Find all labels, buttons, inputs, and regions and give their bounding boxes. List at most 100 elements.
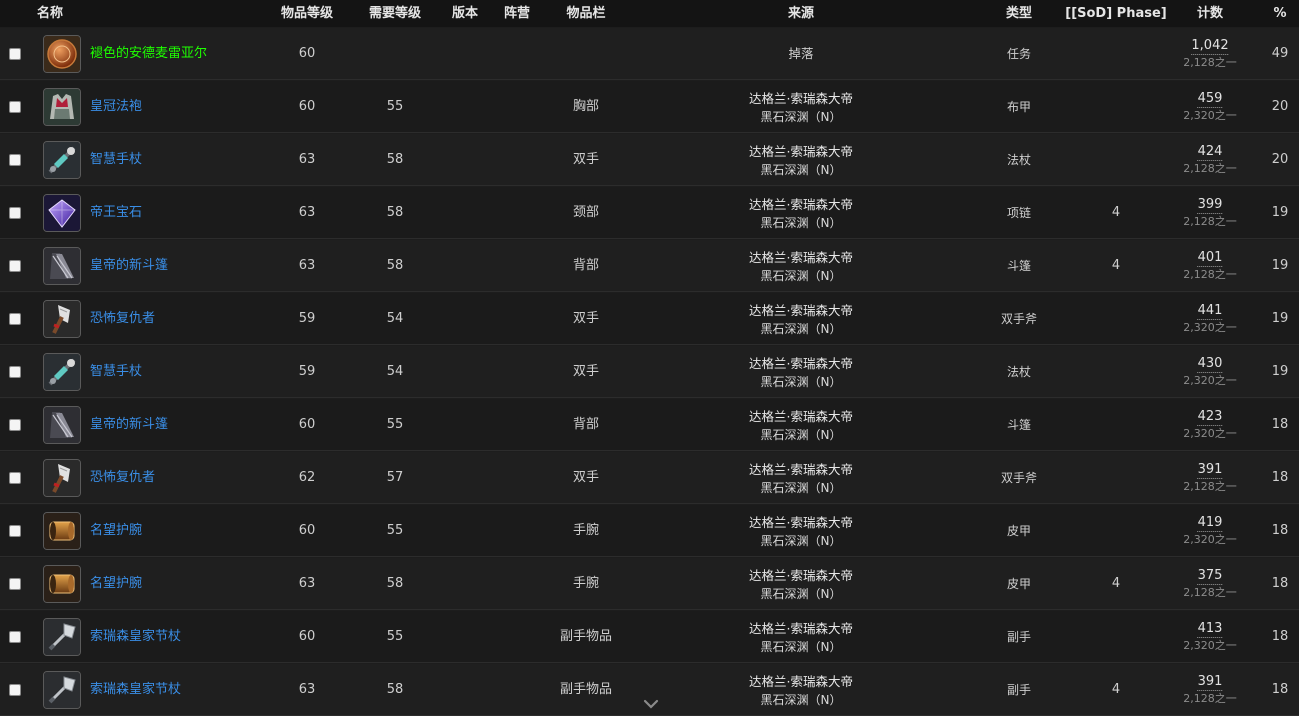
- header-count[interactable]: 计数: [1197, 0, 1223, 27]
- header-faction[interactable]: 阵营: [504, 0, 530, 27]
- item-name-link[interactable]: 索瑞森皇家节杖: [90, 611, 181, 663]
- row-checkbox[interactable]: [9, 631, 21, 643]
- row-checkbox[interactable]: [9, 684, 21, 696]
- header-source[interactable]: 来源: [788, 0, 814, 27]
- item-name-link[interactable]: 皇冠法袍: [90, 81, 142, 133]
- source-npc-link[interactable]: 达格兰·索瑞森大帝: [749, 566, 853, 585]
- source-npc-link[interactable]: 达格兰·索瑞森大帝: [749, 513, 853, 532]
- row-checkbox[interactable]: [9, 578, 21, 590]
- row-checkbox[interactable]: [9, 525, 21, 537]
- item-source[interactable]: 掉落: [788, 28, 813, 80]
- item-name-link[interactable]: 智慧手杖: [90, 346, 142, 398]
- table-row[interactable]: 皇冠法袍 60 55 胸部 达格兰·索瑞森大帝 黑石深渊（N） 布甲 459 2,320之一 20: [0, 81, 1299, 133]
- source-zone-link[interactable]: 黑石深渊（N）: [749, 638, 853, 657]
- table-row[interactable]: 皇帝的新斗篷 63 58 背部 达格兰·索瑞森大帝 黑石深渊（N） 斗篷 4 401 2,128之…: [0, 240, 1299, 292]
- header-version[interactable]: 版本: [452, 0, 478, 27]
- item-source[interactable]: 达格兰·索瑞森大帝 黑石深渊（N）: [749, 142, 853, 180]
- source-npc-link[interactable]: 达格兰·索瑞森大帝: [749, 354, 853, 373]
- item-source[interactable]: 达格兰·索瑞森大帝 黑石深渊（N）: [749, 195, 853, 233]
- item-icon[interactable]: [43, 247, 81, 285]
- header-name[interactable]: 名称: [37, 0, 63, 27]
- item-icon[interactable]: [43, 459, 81, 497]
- row-checkbox[interactable]: [9, 48, 21, 60]
- source-npc-link[interactable]: 达格兰·索瑞森大帝: [749, 142, 853, 161]
- item-name-link[interactable]: 恐怖复仇者: [90, 293, 155, 345]
- source-npc-link[interactable]: 达格兰·索瑞森大帝: [749, 248, 853, 267]
- item-name-link[interactable]: 恐怖复仇者: [90, 452, 155, 504]
- row-checkbox[interactable]: [9, 154, 21, 166]
- item-icon[interactable]: [43, 141, 81, 179]
- source-npc-link[interactable]: 达格兰·索瑞森大帝: [749, 89, 853, 108]
- item-name-link[interactable]: 索瑞森皇家节杖: [90, 664, 181, 716]
- item-source[interactable]: 达格兰·索瑞森大帝 黑石深渊（N）: [749, 460, 853, 498]
- source-npc-link[interactable]: 达格兰·索瑞森大帝: [749, 301, 853, 320]
- item-source[interactable]: 达格兰·索瑞森大帝 黑石深渊（N）: [749, 354, 853, 392]
- header-type[interactable]: 类型: [1006, 0, 1032, 27]
- source-zone-link[interactable]: 黑石深渊（N）: [749, 373, 853, 392]
- table-row[interactable]: 恐怖复仇者 62 57 双手 达格兰·索瑞森大帝 黑石深渊（N） 双手斧 391 2,128之一…: [0, 452, 1299, 504]
- item-source[interactable]: 达格兰·索瑞森大帝 黑石深渊（N）: [749, 248, 853, 286]
- source-npc-link[interactable]: 掉落: [788, 28, 813, 80]
- item-source[interactable]: 达格兰·索瑞森大帝 黑石深渊（N）: [749, 407, 853, 445]
- header-item-level[interactable]: 物品等级: [281, 0, 333, 27]
- item-source[interactable]: 达格兰·索瑞森大帝 黑石深渊（N）: [749, 619, 853, 657]
- item-name-link[interactable]: 智慧手杖: [90, 134, 142, 186]
- source-npc-link[interactable]: 达格兰·索瑞森大帝: [749, 460, 853, 479]
- table-row[interactable]: 智慧手杖 59 54 双手 达格兰·索瑞森大帝 黑石深渊（N） 法杖 430 2,320之一 19: [0, 346, 1299, 398]
- item-source[interactable]: 达格兰·索瑞森大帝 黑石深渊（N）: [749, 566, 853, 604]
- item-icon[interactable]: [43, 35, 81, 73]
- row-checkbox[interactable]: [9, 313, 21, 325]
- source-zone-link[interactable]: 黑石深渊（N）: [749, 108, 853, 127]
- item-icon[interactable]: [43, 88, 81, 126]
- header-required-level[interactable]: 需要等级: [369, 0, 421, 27]
- item-icon[interactable]: [43, 194, 81, 232]
- source-zone-link[interactable]: 黑石深渊（N）: [749, 426, 853, 445]
- item-name-link[interactable]: 名望护腕: [90, 505, 142, 557]
- item-icon[interactable]: [43, 353, 81, 391]
- item-name-link[interactable]: 皇帝的新斗篷: [90, 240, 168, 292]
- item-icon[interactable]: [43, 300, 81, 338]
- item-icon[interactable]: [43, 618, 81, 656]
- source-zone-link[interactable]: 黑石深渊（N）: [749, 214, 853, 233]
- source-npc-link[interactable]: 达格兰·索瑞森大帝: [749, 195, 853, 214]
- item-source[interactable]: 达格兰·索瑞森大帝 黑石深渊（N）: [749, 301, 853, 339]
- table-row[interactable]: 名望护腕 63 58 手腕 达格兰·索瑞森大帝 黑石深渊（N） 皮甲 4 375 2,128之一 1…: [0, 558, 1299, 610]
- table-row[interactable]: 名望护腕 60 55 手腕 达格兰·索瑞森大帝 黑石深渊（N） 皮甲 419 2,320之一 18: [0, 505, 1299, 557]
- row-checkbox[interactable]: [9, 101, 21, 113]
- table-row[interactable]: 智慧手杖 63 58 双手 达格兰·索瑞森大帝 黑石深渊（N） 法杖 424 2,128之一 20: [0, 134, 1299, 186]
- source-zone-link[interactable]: 黑石深渊（N）: [749, 585, 853, 604]
- header-percent[interactable]: %: [1273, 0, 1286, 27]
- source-zone-link[interactable]: 黑石深渊（N）: [749, 161, 853, 180]
- item-icon[interactable]: [43, 565, 81, 603]
- source-npc-link[interactable]: 达格兰·索瑞森大帝: [749, 619, 853, 638]
- table-row[interactable]: 褪色的安德麦雷亚尔 60 掉落 任务 1,042 2,128之一 49: [0, 28, 1299, 80]
- chevron-down-icon[interactable]: [643, 698, 659, 710]
- source-zone-link[interactable]: 黑石深渊（N）: [749, 532, 853, 551]
- table-row[interactable]: 索瑞森皇家节杖 60 55 副手物品 达格兰·索瑞森大帝 黑石深渊（N） 副手 413 2,32…: [0, 611, 1299, 663]
- item-source[interactable]: 达格兰·索瑞森大帝 黑石深渊（N）: [749, 89, 853, 127]
- item-name-link[interactable]: 褪色的安德麦雷亚尔: [90, 28, 207, 80]
- row-checkbox[interactable]: [9, 366, 21, 378]
- source-zone-link[interactable]: 黑石深渊（N）: [749, 320, 853, 339]
- item-source[interactable]: 达格兰·索瑞森大帝 黑石深渊（N）: [749, 513, 853, 551]
- item-icon[interactable]: [43, 406, 81, 444]
- source-npc-link[interactable]: 达格兰·索瑞森大帝: [749, 407, 853, 426]
- header-sod-phase[interactable]: [[SoD] Phase]: [1065, 0, 1167, 27]
- table-row[interactable]: 帝王宝石 63 58 颈部 达格兰·索瑞森大帝 黑石深渊（N） 项链 4 399 2,128之一 1…: [0, 187, 1299, 239]
- source-npc-link[interactable]: 达格兰·索瑞森大帝: [749, 672, 853, 691]
- item-source[interactable]: 达格兰·索瑞森大帝 黑石深渊（N）: [749, 672, 853, 710]
- source-zone-link[interactable]: 黑石深渊（N）: [749, 479, 853, 498]
- header-slot[interactable]: 物品栏: [566, 0, 605, 27]
- table-row[interactable]: 恐怖复仇者 59 54 双手 达格兰·索瑞森大帝 黑石深渊（N） 双手斧 441 2,320之一…: [0, 293, 1299, 345]
- item-icon[interactable]: [43, 512, 81, 550]
- item-name-link[interactable]: 名望护腕: [90, 558, 142, 610]
- row-checkbox[interactable]: [9, 207, 21, 219]
- item-icon[interactable]: [43, 671, 81, 709]
- item-name-link[interactable]: 帝王宝石: [90, 187, 142, 239]
- row-checkbox[interactable]: [9, 472, 21, 484]
- row-checkbox[interactable]: [9, 419, 21, 431]
- row-checkbox[interactable]: [9, 260, 21, 272]
- table-row[interactable]: 皇帝的新斗篷 60 55 背部 达格兰·索瑞森大帝 黑石深渊（N） 斗篷 423 2,320之一…: [0, 399, 1299, 451]
- item-name-link[interactable]: 皇帝的新斗篷: [90, 399, 168, 451]
- source-zone-link[interactable]: 黑石深渊（N）: [749, 691, 853, 710]
